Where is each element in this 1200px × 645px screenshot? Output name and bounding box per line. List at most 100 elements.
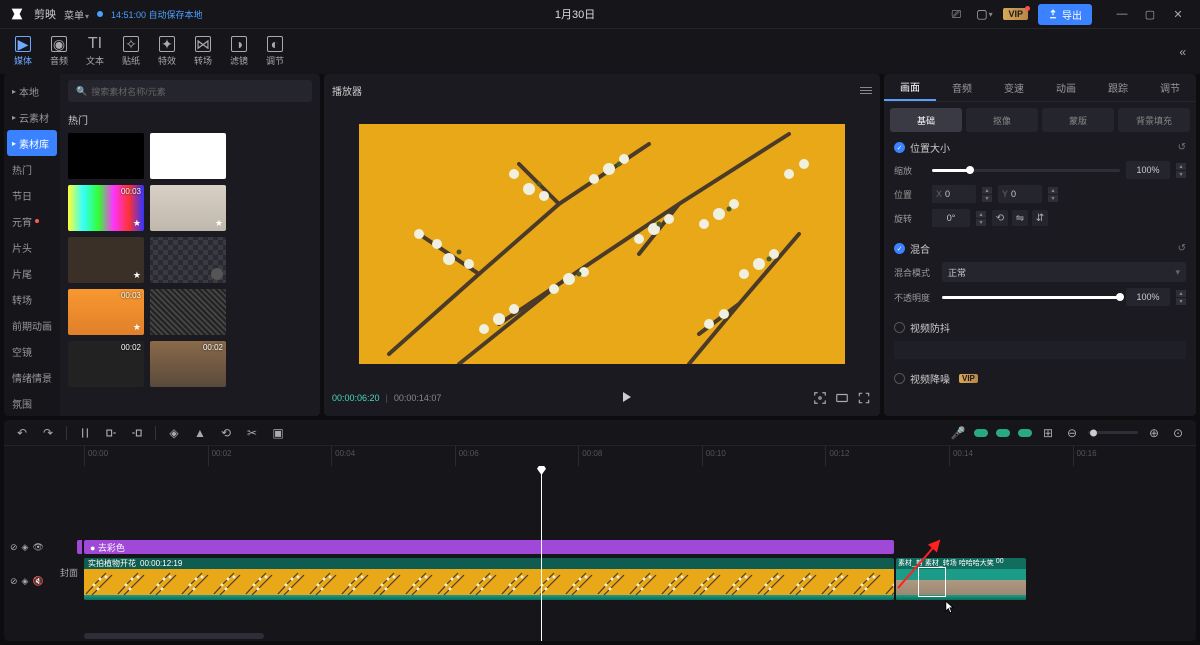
zoom-in-icon[interactable]: ⊕	[1146, 425, 1162, 441]
cover-label[interactable]: 封面	[60, 566, 78, 579]
sidebar-item-local[interactable]: ▸本地	[4, 78, 60, 104]
sidebar-item-clip-start[interactable]: 片头	[4, 234, 60, 260]
undo-icon[interactable]: ↶	[14, 425, 30, 441]
media-thumbnail[interactable]: 00:02	[150, 341, 226, 387]
tool-tab-text[interactable]: TI文本	[78, 32, 112, 72]
sidebar-item-library[interactable]: ▸素材库	[7, 130, 57, 156]
sidebar-item-overlay[interactable]: 前期动画	[4, 312, 60, 338]
media-thumbnail[interactable]: ★	[150, 185, 226, 231]
tool-tab-media[interactable]: ▶媒体	[6, 32, 40, 72]
rotation-stepper[interactable]: ▴▾	[976, 211, 986, 226]
media-thumbnail[interactable]: ★	[68, 237, 144, 283]
preview-viewport[interactable]	[332, 106, 872, 382]
adjustment-clip[interactable]: ● 去彩色	[84, 540, 894, 554]
inspector-tab[interactable]: 动画	[1040, 74, 1092, 101]
timeline-scrollbar[interactable]	[84, 633, 264, 639]
inspector-subtab[interactable]: 背景填充	[1118, 108, 1190, 132]
minimize-button[interactable]: —	[1108, 4, 1136, 24]
tool-tab-effect[interactable]: ✦特效	[150, 32, 184, 72]
inspector-tab[interactable]: 调节	[1144, 74, 1196, 101]
blend-checkbox[interactable]: ✓	[894, 243, 905, 254]
fullscreen-icon[interactable]	[856, 390, 872, 406]
zoom-fit-icon[interactable]: ⊙	[1170, 425, 1186, 441]
pos-x-stepper[interactable]: ▴▾	[982, 187, 992, 202]
preview-menu-icon[interactable]	[860, 87, 872, 94]
track-mute-icon[interactable]: 🔇	[32, 576, 43, 587]
position-y-input[interactable]: Y0	[998, 185, 1042, 203]
sidebar-item-emotion[interactable]: 情绪情景	[4, 364, 60, 390]
scale-stepper[interactable]: ▴▾	[1176, 163, 1186, 178]
sidebar-item-holiday[interactable]: 节日	[4, 182, 60, 208]
shortcut-icon[interactable]: ⎚	[947, 5, 965, 23]
tool-tab-audio[interactable]: ◉音频	[42, 32, 76, 72]
search-input[interactable]: 🔍 搜索素材名称/元素	[68, 80, 312, 102]
delete-right-icon[interactable]	[129, 425, 145, 441]
vip-badge[interactable]: VIP	[1003, 8, 1028, 20]
sidebar-item-hot[interactable]: 热门	[4, 156, 60, 182]
scale-slider[interactable]	[932, 169, 1120, 172]
opacity-value[interactable]: 100%	[1126, 288, 1170, 306]
pos-y-stepper[interactable]: ▴▾	[1048, 187, 1058, 202]
tool-tab-filter[interactable]: ◑滤镜	[222, 32, 256, 72]
flip-h-icon[interactable]: ⇋	[1012, 210, 1028, 226]
position-x-input[interactable]: X0	[932, 185, 976, 203]
position-checkbox[interactable]: ✓	[894, 142, 905, 153]
inspector-tab[interactable]: 变速	[988, 74, 1040, 101]
blend-mode-select[interactable]: 正常▾	[942, 262, 1186, 282]
maximize-button[interactable]: ▢	[1136, 4, 1164, 24]
layout-icon[interactable]: ▢▾	[975, 5, 993, 23]
sidebar-item-cloud[interactable]: ▸云素材	[4, 104, 60, 130]
track-lock-icon[interactable]: ⊘	[10, 576, 18, 587]
inspector-subtab[interactable]: 蒙版	[1042, 108, 1114, 132]
reset-position-icon[interactable]: ↺	[1178, 142, 1186, 153]
sidebar-item-clip-end[interactable]: 片尾	[4, 260, 60, 286]
opacity-slider[interactable]	[942, 296, 1120, 299]
inspector-tab[interactable]: 音频	[936, 74, 988, 101]
preview-toggle[interactable]	[1018, 429, 1032, 437]
split-icon[interactable]	[77, 425, 93, 441]
menu-dropdown[interactable]: 菜单▾	[64, 7, 89, 22]
media-thumbnail[interactable]: 00:03★	[68, 185, 144, 231]
tool-tab-transition[interactable]: ⋈转场	[186, 32, 220, 72]
ratio-icon[interactable]	[834, 390, 850, 406]
media-thumbnail[interactable]: 00:03★	[68, 289, 144, 335]
play-button[interactable]	[622, 392, 632, 404]
mirror-icon[interactable]: ▣	[270, 425, 286, 441]
focus-frame-icon[interactable]	[812, 390, 828, 406]
delete-left-icon[interactable]	[103, 425, 119, 441]
collapse-panel-icon[interactable]: «	[1179, 45, 1186, 59]
media-thumbnail[interactable]	[150, 133, 226, 179]
sidebar-item-lantern[interactable]: 元宵	[4, 208, 60, 234]
scale-value[interactable]: 100%	[1126, 161, 1170, 179]
media-thumbnail[interactable]	[150, 289, 226, 335]
media-thumbnail[interactable]	[68, 133, 144, 179]
tool-tab-sticker[interactable]: ✧贴纸	[114, 32, 148, 72]
inspector-tab[interactable]: 画面	[884, 74, 936, 101]
flip-v-icon[interactable]: ⇵	[1032, 210, 1048, 226]
rotate-ccw-icon[interactable]: ⟲	[992, 210, 1008, 226]
sidebar-item-transition2[interactable]: 转场	[4, 286, 60, 312]
opacity-stepper[interactable]: ▴▾	[1176, 290, 1186, 305]
video-clip-1[interactable]: 实拍植物开花 00:00:12:19	[84, 558, 894, 600]
inspector-subtab[interactable]: 抠像	[966, 108, 1038, 132]
redo-icon[interactable]: ↷	[40, 425, 56, 441]
sidebar-item-empty[interactable]: 空镜	[4, 338, 60, 364]
track-mute-icon[interactable]: 👁	[32, 542, 43, 553]
stabilize-checkbox[interactable]	[894, 322, 905, 333]
inspector-subtab[interactable]: 基础	[890, 108, 962, 132]
inspector-tab[interactable]: 跟踪	[1092, 74, 1144, 101]
close-button[interactable]: ✕	[1164, 4, 1192, 24]
link-toggle[interactable]	[996, 429, 1010, 437]
timeline-body[interactable]: ⊘ ◈ 👁 ● 去彩色 ⊘ ◈ 🔇 封面 实拍植物开花 00:00:12:19 …	[4, 466, 1196, 641]
track-visible-icon[interactable]: ◈	[22, 576, 29, 587]
media-thumbnail[interactable]	[150, 237, 226, 283]
zoom-slider[interactable]	[1088, 431, 1138, 434]
track-lock-icon[interactable]: ⊘	[10, 542, 18, 553]
playhead[interactable]	[541, 466, 542, 641]
denoise-checkbox[interactable]	[894, 373, 905, 384]
freeze-icon[interactable]: ▲	[192, 425, 208, 441]
mic-icon[interactable]: 🎤	[950, 425, 966, 441]
track-visible-icon[interactable]: ◈	[22, 542, 29, 553]
crop-icon[interactable]: ✂	[244, 425, 260, 441]
reset-blend-icon[interactable]: ↺	[1178, 243, 1186, 254]
